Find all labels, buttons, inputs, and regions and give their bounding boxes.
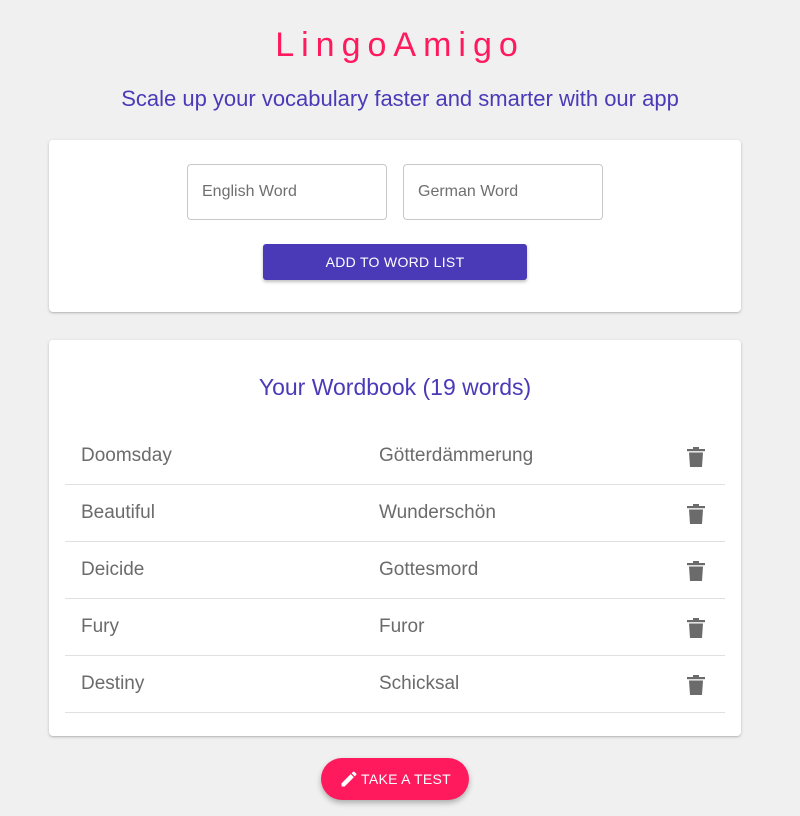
app-subtitle: Scale up your vocabulary faster and smar…: [121, 86, 679, 111]
table-row: Deicide Gottesmord: [65, 542, 725, 599]
trash-icon[interactable]: [687, 675, 705, 695]
german-word: Wunderschön: [379, 502, 496, 523]
wordbook-title: Your Wordbook (19 words): [258, 374, 532, 400]
trash-icon[interactable]: [687, 504, 705, 524]
german-word: Furor: [379, 616, 425, 637]
german-word: Schicksal: [379, 673, 460, 694]
english-word-input[interactable]: [187, 164, 387, 220]
table-row: Destiny Schicksal: [65, 656, 725, 713]
trash-icon[interactable]: [687, 447, 705, 467]
trash-icon[interactable]: [687, 561, 705, 581]
german-word: Gottesmord: [379, 559, 479, 580]
word-list: Doomsday Götterdämmerung Beautiful Wunde…: [65, 428, 725, 713]
german-word-input[interactable]: [403, 164, 603, 220]
english-word: Destiny: [81, 673, 145, 694]
english-word: Doomsday: [81, 445, 172, 466]
take-a-test-label: TAKE A TEST: [361, 771, 451, 787]
wordbook-card: Your Wordbook (19 words) Doomsday Götter…: [49, 340, 741, 736]
app-title: LingoAmigo: [275, 26, 525, 64]
add-to-word-list-button[interactable]: ADD TO WORD LIST: [263, 244, 527, 280]
add-word-card: ADD TO WORD LIST: [49, 140, 741, 312]
table-row: Doomsday Götterdämmerung: [65, 428, 725, 485]
english-word: Deicide: [81, 559, 145, 580]
trash-icon[interactable]: [687, 618, 705, 638]
english-word: Beautiful: [81, 502, 155, 523]
take-a-test-button[interactable]: TAKE A TEST: [321, 758, 469, 800]
pencil-icon: [341, 771, 357, 787]
english-word: Fury: [81, 616, 119, 637]
table-row: Fury Furor: [65, 599, 725, 656]
german-word: Götterdämmerung: [379, 445, 534, 466]
table-row: Beautiful Wunderschön: [65, 485, 725, 542]
